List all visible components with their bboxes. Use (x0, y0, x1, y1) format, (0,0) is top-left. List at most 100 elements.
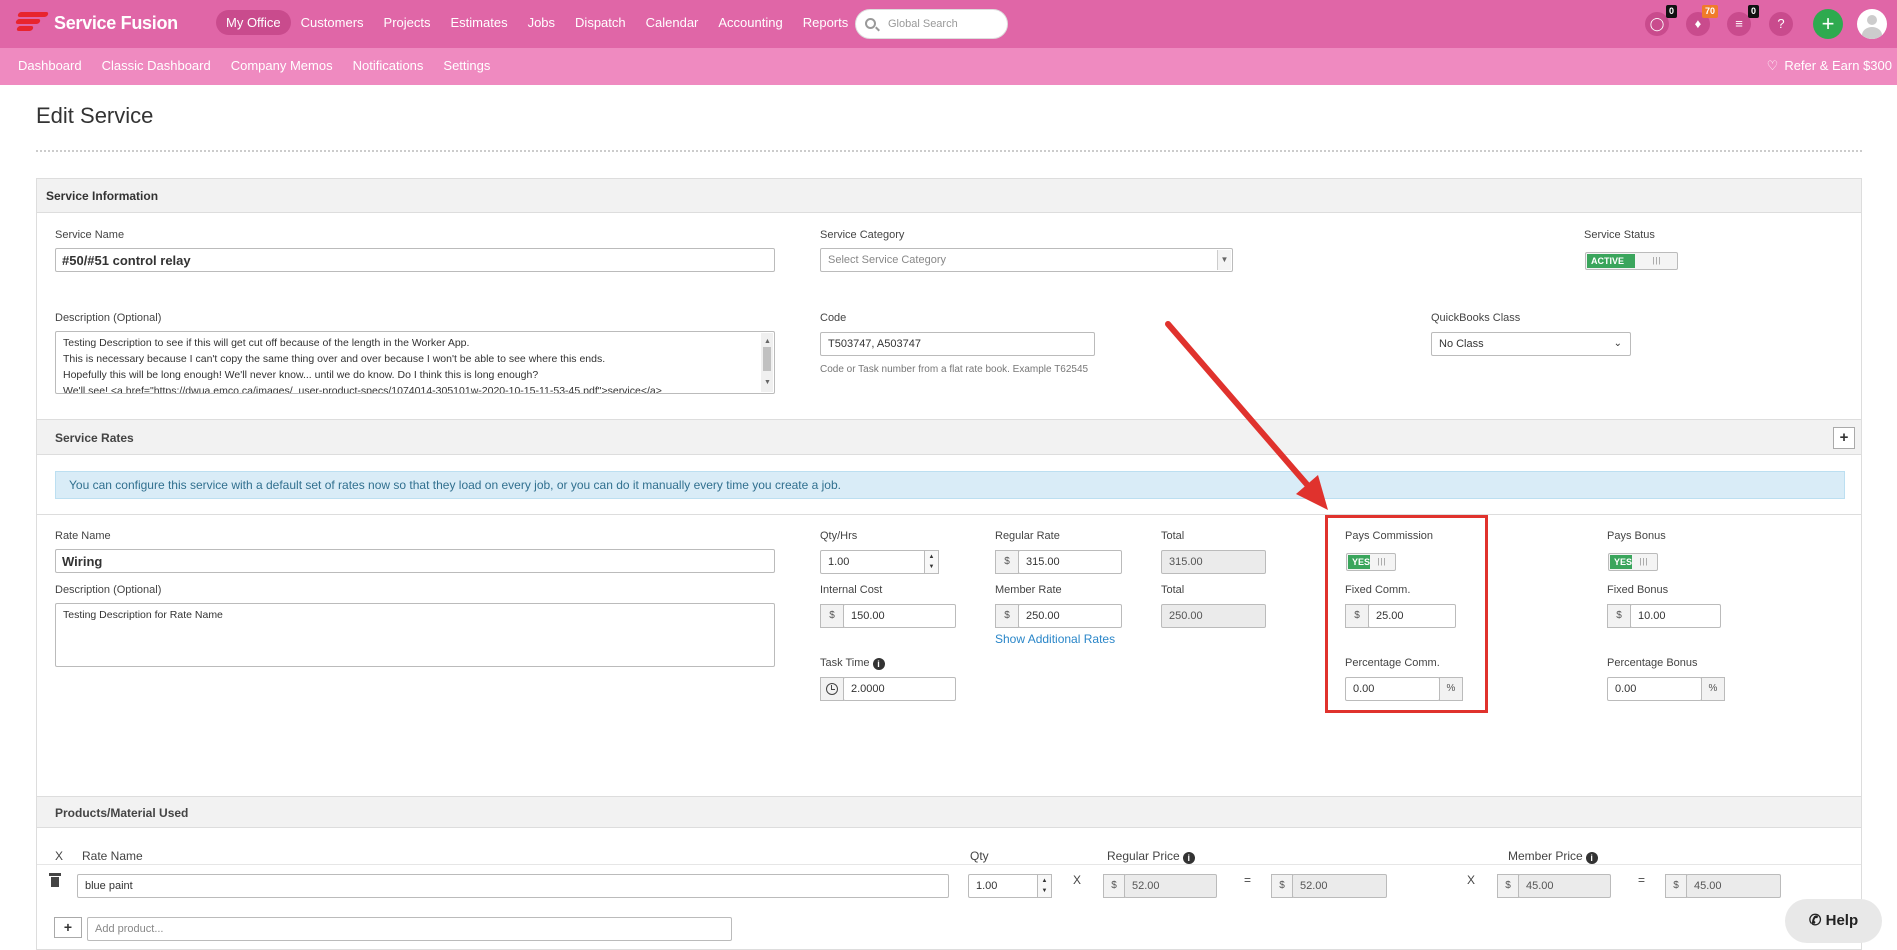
qty-label: Qty/Hrs (820, 530, 858, 542)
table-row-divider (37, 864, 1861, 865)
bell-icon[interactable]: ♦ 70 (1686, 5, 1718, 36)
avatar[interactable] (1857, 9, 1887, 39)
service-panel: Service Information Service Name #50/#51… (36, 178, 1862, 950)
help-label: Help (1825, 912, 1859, 929)
description-scrollbar[interactable]: ▲ ▼ (761, 333, 773, 392)
app-logo[interactable]: Service Fusion (14, 10, 178, 36)
subnav-settings[interactable]: Settings (433, 58, 500, 73)
chevron-down-icon: ▼ (1217, 250, 1231, 270)
service-info-title: Service Information (46, 189, 159, 203)
info-icon[interactable]: i (872, 658, 885, 670)
quickbooks-class-label: QuickBooks Class (1431, 312, 1521, 324)
search-icon (865, 18, 876, 29)
service-rates-header: Service Rates + (37, 419, 1861, 455)
nav-calendar[interactable]: Calendar (636, 10, 709, 35)
fixed-bonus-label: Fixed Bonus (1607, 584, 1669, 596)
chat-icon[interactable]: ◯ 0 (1645, 5, 1677, 36)
top-navbar: Service Fusion My Office Customers Proje… (0, 0, 1897, 48)
col-header-member-price: Member Price i (1508, 849, 1598, 864)
code-hint: Code or Task number from a flat rate boo… (820, 364, 1089, 375)
help-icon[interactable]: ? (1769, 12, 1793, 36)
scroll-thumb[interactable] (763, 347, 771, 371)
service-category-select[interactable]: Select Service Category ▼ (820, 248, 1233, 272)
pays-bonus-toggle[interactable]: YES ||| (1608, 553, 1658, 571)
heart-icon: ♡ (1766, 58, 1779, 73)
product-name-input[interactable]: blue paint (77, 874, 949, 898)
refer-link[interactable]: ♡ Refer & Earn $300 (1767, 58, 1892, 74)
qty-input[interactable]: 1.00 (820, 550, 926, 574)
chevron-down-icon: ⌄ (1613, 338, 1622, 349)
rate-description-label: Description (Optional) (55, 584, 162, 596)
code-input[interactable]: T503747, A503747 (820, 332, 1095, 356)
global-search[interactable]: Global Search (855, 9, 1008, 39)
task-time-label: Task Time i (820, 657, 885, 670)
add-product-input[interactable]: Add product... (87, 917, 732, 941)
toggle-grip-icon: ||| (1639, 557, 1649, 566)
add-product-button[interactable]: + (54, 917, 82, 938)
qty-stepper[interactable]: ▲ ▼ (924, 550, 939, 574)
nav-customers[interactable]: Customers (291, 10, 374, 35)
equals-sign: = (1638, 873, 1646, 887)
scroll-down-icon[interactable]: ▼ (764, 375, 771, 391)
task-time-input[interactable]: 2.0000 (843, 677, 956, 701)
rate-description-textarea[interactable]: Testing Description for Rate Name (55, 603, 775, 667)
info-icon[interactable]: i (1585, 852, 1598, 864)
total-regular-label: Total (1161, 530, 1185, 542)
rate-name-input[interactable]: Wiring (55, 549, 775, 573)
service-status-toggle[interactable]: ACTIVE ||| (1585, 252, 1678, 270)
product-qty-stepper[interactable]: ▲ ▼ (1037, 874, 1052, 898)
total-regular-value: 315.00 (1161, 550, 1266, 574)
subnav-notifications[interactable]: Notifications (343, 58, 434, 73)
internal-cost-input[interactable]: 150.00 (843, 604, 956, 628)
product-qty-input[interactable]: 1.00 (968, 874, 1040, 898)
description-line: This is necessary because I can't copy t… (63, 353, 606, 365)
service-info-header: Service Information (37, 179, 1861, 213)
nav-my-office[interactable]: My Office (216, 10, 291, 35)
multiply-sign: X (1073, 873, 1082, 887)
service-name-label: Service Name (55, 229, 125, 241)
col-header-x: X (55, 849, 64, 863)
member-rate-label: Member Rate (995, 584, 1062, 596)
member-rate-input[interactable]: 250.00 (1018, 604, 1122, 628)
products-title: Products/Material Used (55, 806, 189, 820)
service-name-input[interactable]: #50/#51 control relay (55, 248, 775, 272)
currency-addon: $ (1607, 604, 1631, 628)
product-regular-total: 52.00 (1292, 874, 1387, 898)
member-price-text: Member Price (1508, 849, 1583, 863)
product-member-total: 45.00 (1686, 874, 1781, 898)
service-category-placeholder: Select Service Category (828, 254, 946, 266)
nav-reports[interactable]: Reports (793, 10, 859, 35)
service-category-label: Service Category (820, 229, 905, 241)
description-textarea[interactable]: Testing Description to see if this will … (55, 331, 775, 394)
quickbooks-class-value: No Class (1439, 338, 1484, 350)
nav-accounting[interactable]: Accounting (708, 10, 792, 35)
internal-cost-label: Internal Cost (820, 584, 883, 596)
trash-icon[interactable] (49, 873, 61, 887)
tasks-icon[interactable]: ≡ 0 (1727, 5, 1759, 36)
quickbooks-class-select[interactable]: No Class ⌄ (1431, 332, 1631, 356)
nav-jobs[interactable]: Jobs (518, 10, 565, 35)
rates-info-alert: You can configure this service with a de… (55, 471, 1845, 499)
subnav-classic-dashboard[interactable]: Classic Dashboard (92, 58, 221, 73)
tasks-badge: 0 (1747, 5, 1759, 18)
refer-label: Refer & Earn $300 (1784, 58, 1892, 73)
nav-dispatch[interactable]: Dispatch (565, 10, 636, 35)
nav-estimates[interactable]: Estimates (441, 10, 518, 35)
show-additional-rates-link[interactable]: Show Additional Rates (995, 632, 1115, 646)
help-button[interactable]: ✆ Help (1785, 899, 1882, 943)
multiply-sign: X (1467, 873, 1476, 887)
currency-addon: $ (995, 604, 1019, 628)
percentage-bonus-input[interactable]: 0.00 (1607, 677, 1702, 701)
fixed-bonus-input[interactable]: 10.00 (1630, 604, 1721, 628)
info-icon[interactable]: i (1182, 852, 1195, 864)
nav-projects[interactable]: Projects (374, 10, 441, 35)
subnav-company-memos[interactable]: Company Memos (221, 58, 343, 73)
subnav-dashboard[interactable]: Dashboard (8, 58, 92, 73)
regular-rate-input[interactable]: 315.00 (1018, 550, 1122, 574)
service-rates-title: Service Rates (55, 431, 134, 445)
quick-add-button[interactable]: + (1813, 9, 1843, 39)
app-name: Service Fusion (54, 12, 178, 33)
add-rate-button[interactable]: + (1833, 427, 1855, 449)
page-title: Edit Service (36, 103, 154, 128)
product-regular-price: 52.00 (1124, 874, 1217, 898)
